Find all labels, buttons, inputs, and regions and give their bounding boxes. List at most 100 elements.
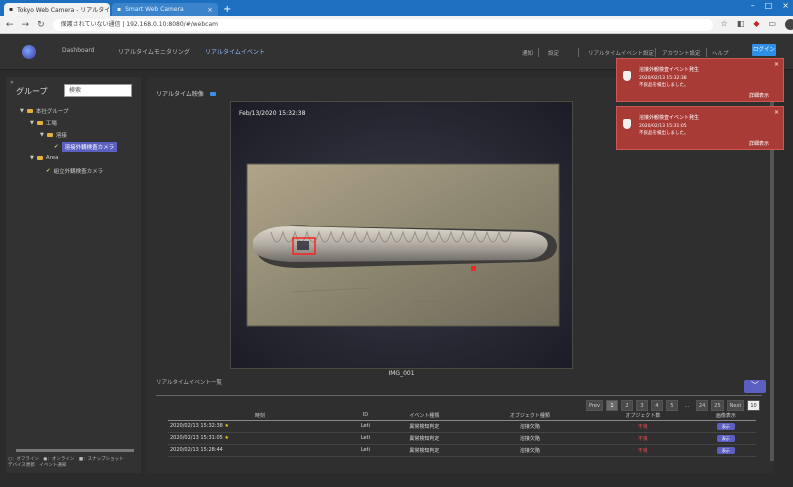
page-25[interactable]: 25 [711, 400, 724, 411]
star-icon: ★ [224, 435, 229, 441]
favicon-icon: ▪ [9, 6, 14, 13]
folder-icon [46, 133, 53, 137]
star-icon[interactable]: ☆ [721, 19, 728, 30]
page-2[interactable]: 2 [620, 400, 633, 411]
close-icon[interactable]: × [774, 61, 779, 68]
page-24[interactable]: 24 [695, 400, 709, 411]
collapse-events-button[interactable]: ﹀ [744, 380, 766, 393]
toast-title: 溶接外観検査イベント発生 [639, 67, 700, 73]
login-button[interactable]: ログイン [752, 44, 776, 56]
toast-line: 不良品を検出しました。 [639, 131, 689, 136]
page-1[interactable]: 1 [605, 400, 618, 411]
section-title: リアルタイム映像 [156, 91, 204, 98]
tree-node[interactable]: ✔ 組立外観検査カメラ [46, 167, 103, 175]
tree-node[interactable]: ▼ 工場 [30, 119, 57, 127]
new-tab-icon[interactable]: + [223, 3, 231, 16]
menu-notification[interactable]: 通知 [522, 49, 533, 57]
divider [655, 48, 656, 57]
tree-node[interactable]: ▼ Area [30, 155, 59, 161]
favicon-icon: ▪ [117, 6, 122, 13]
expand-icon[interactable]: ▼ [20, 108, 24, 114]
extension-icon[interactable]: ▭ [769, 19, 777, 30]
toast-detail-link[interactable]: 詳細表示 [749, 140, 769, 147]
menu-settings[interactable]: 設定 [548, 49, 559, 57]
shield-icon[interactable]: ◆ [753, 19, 759, 30]
column-header[interactable]: 時刻 [168, 411, 352, 421]
column-header[interactable]: ID [351, 411, 380, 421]
event-notification-toast[interactable]: 溶接外観検査イベント発生 2020/02/13 15:32:38 不良品を検出し… [616, 58, 784, 102]
maximize-icon[interactable]: □ [765, 1, 773, 10]
page-next[interactable]: Next [726, 400, 745, 411]
address-bar: ← → ↻ 保護されていない通信 | 192.168.0.10:8080/#/w… [0, 16, 793, 34]
extension-icon[interactable]: ◧ [737, 19, 745, 30]
page-size-select[interactable]: 10 [747, 400, 760, 411]
menu-account-settings[interactable]: アカウント設定 [662, 49, 701, 57]
collapse-sidebar-icon[interactable]: « [10, 79, 14, 86]
view-image-button[interactable]: 表示 [716, 434, 735, 442]
section-header: リアルタイム映像 [156, 89, 216, 98]
toast-title: 溶接外観検査イベント発生 [639, 115, 700, 121]
page-ellipsis: … [684, 403, 690, 409]
sidebar-legend: ○：オフライン ●：オンライン ■：スナップショット デバイス更新 イベント通知 [8, 457, 124, 468]
column-header[interactable]: オブジェクト数 [590, 411, 696, 421]
back-icon[interactable]: ← [6, 20, 14, 30]
page-4[interactable]: 4 [650, 400, 663, 411]
reload-icon[interactable]: ↻ [37, 20, 45, 30]
column-header[interactable]: オブジェクト種類 [469, 411, 591, 421]
event-notification-toast[interactable]: 溶接外観検査イベント発生 2020/02/13 15:31:05 不良品を検出し… [616, 106, 784, 150]
close-icon[interactable]: × [774, 109, 779, 116]
menu-realtime-event[interactable]: リアルタイムイベント [205, 47, 265, 56]
expand-icon[interactable]: ▼ [40, 132, 44, 138]
table-header-row: 時刻 ID イベント種類 オブジェクト種類 オブジェクト数 画像表示 [168, 411, 756, 421]
column-header[interactable]: イベント種類 [379, 411, 470, 421]
menu-dashboard[interactable]: Dashboard [62, 47, 95, 54]
view-image-button[interactable]: 表示 [716, 422, 735, 430]
tree-node[interactable]: ▼ 溶接 [40, 131, 67, 139]
close-window-icon[interactable]: × [782, 1, 789, 10]
toast-line: 2020/02/13 15:31:05 [639, 124, 687, 129]
sidebar-scrollbar[interactable] [16, 449, 134, 452]
table-row[interactable]: 2020/02/13 15:32:38 ★ Leti 異常検知判定 溶接欠陥 不… [168, 420, 756, 433]
menu-realtime-monitoring[interactable]: リアルタイムモニタリング [118, 47, 190, 56]
browser-tab-2[interactable]: ▪ Smart Web Camera × [112, 3, 218, 16]
avatar[interactable] [785, 19, 793, 30]
tree-node-selected[interactable]: ✔ 溶接外観検査カメラ [54, 142, 118, 152]
menu-help[interactable]: ヘルプ [712, 49, 729, 57]
extensions: ☆ ◧ ◆ ▭ ⋮ [721, 19, 793, 30]
minimize-icon[interactable]: – [751, 1, 755, 10]
camera-icon [209, 91, 216, 96]
group-search-input[interactable]: 検索 [64, 84, 132, 97]
window-controls: – □ × [751, 1, 789, 10]
shield-alert-icon [623, 71, 631, 81]
camera-status-icon: ✔ [46, 168, 51, 174]
menu-event-settings[interactable]: リアルタイムイベント設定 [588, 49, 654, 57]
expand-icon[interactable]: ▼ [30, 155, 34, 161]
image-caption: IMG_001 [388, 370, 415, 377]
table-row[interactable]: 2020/02/13 15:28:44 Leti 異常検知判定 溶接欠陥 不良 … [168, 444, 756, 457]
view-image-button[interactable]: 表示 [716, 446, 735, 454]
page-5[interactable]: 5 [665, 400, 678, 411]
page-3[interactable]: 3 [635, 400, 648, 411]
forward-icon[interactable]: → [22, 20, 30, 30]
url-field[interactable]: 保護されていない通信 | 192.168.0.10:8080/#/webcam [52, 18, 713, 31]
close-tab-icon[interactable]: × [207, 6, 213, 14]
defect-marker[interactable] [471, 266, 476, 271]
star-icon: ★ [224, 423, 229, 429]
divider [706, 48, 707, 57]
chevron-down-icon: ﹀ [751, 381, 759, 390]
table-row[interactable]: 2020/02/13 15:31:05 ★ Leti 異常検知判定 溶接欠陥 不… [168, 432, 756, 445]
weld-photo [231, 102, 572, 368]
expand-icon[interactable]: ▼ [30, 120, 34, 126]
tree-node[interactable]: ▼ 本社グループ [20, 107, 69, 115]
toast-detail-link[interactable]: 詳細表示 [749, 92, 769, 99]
events-title: リアルタイムイベント一覧 [156, 380, 222, 386]
logo-icon [22, 45, 36, 59]
group-sidebar: « グループ 検索 ▼ 本社グループ ▼ 工場 ▼ 溶接 ✔ 溶接外観検査カメラ ▼ Ar… [6, 77, 141, 473]
browser-tab-1[interactable]: ▪ Tokyo Web Camera - リアルタイム × [4, 3, 110, 16]
camera-image: Feb/13/2020 15:32:38 [230, 101, 573, 369]
column-header[interactable]: 画像表示 [695, 411, 756, 421]
divider [156, 395, 762, 396]
folder-icon [26, 109, 33, 113]
divider [578, 48, 579, 57]
page-prev[interactable]: Prev [586, 400, 603, 411]
